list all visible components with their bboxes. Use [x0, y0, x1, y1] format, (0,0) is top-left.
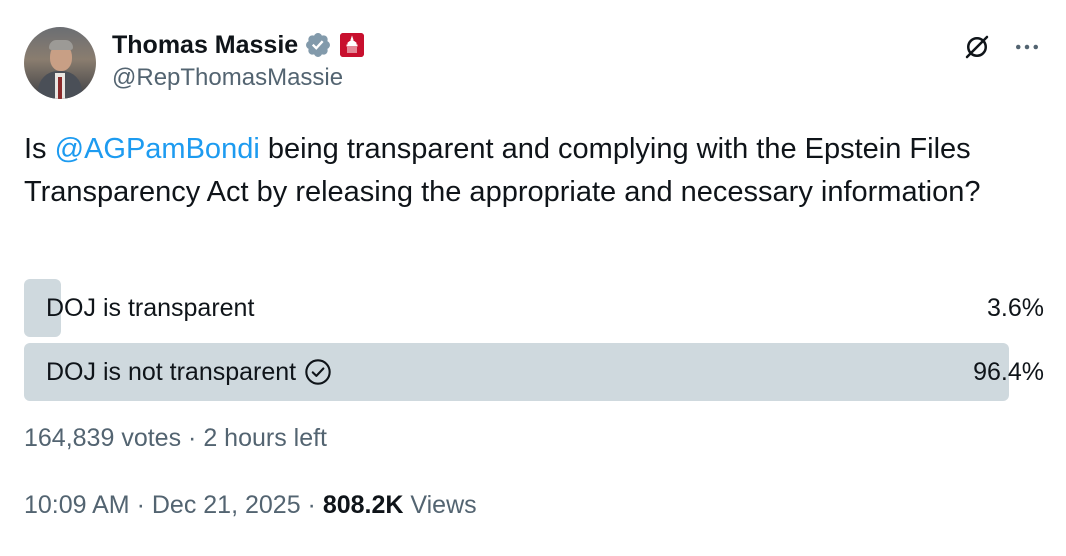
poll-option-label: DOJ is not transparent	[46, 343, 332, 401]
tweet-meta-separator: ·	[136, 491, 145, 519]
avatar-hair	[49, 40, 73, 50]
poll-meta-separator: ·	[188, 424, 197, 452]
poll-meta: 164,839 votes · 2 hours left	[24, 424, 327, 453]
more-icon[interactable]	[1012, 32, 1042, 62]
tweet-meta: 10:09 AM · Dec 21, 2025 · 808.2K Views	[24, 491, 477, 520]
avatar-tie	[58, 77, 62, 99]
views-label: Views	[410, 491, 477, 519]
poll-option-percent: 96.4%	[973, 357, 1044, 386]
poll-option-selected: DOJ is not transparent 96.4%	[24, 343, 1046, 401]
views-count[interactable]: 808.2K	[323, 491, 404, 519]
avatar[interactable]	[24, 27, 96, 99]
poll-time-left: 2 hours left	[203, 424, 327, 452]
government-badge-icon	[340, 33, 365, 57]
tweet-time[interactable]: 10:09 AM	[24, 491, 130, 519]
tweet-meta-separator: ·	[307, 491, 316, 519]
poll-option-percent: 3.6%	[987, 293, 1044, 322]
poll-option-label-text: DOJ is transparent	[46, 293, 255, 322]
tweet-text-prefix: Is	[24, 133, 55, 165]
verified-badge-icon	[306, 33, 331, 57]
author-name[interactable]: Thomas Massie	[112, 31, 298, 60]
poll-votes: 164,839 votes	[24, 424, 182, 452]
author-handle[interactable]: @RepThomasMassie	[112, 64, 343, 92]
poll-option-label-text: DOJ is not transparent	[46, 357, 297, 386]
author-name-row: Thomas Massie	[112, 30, 365, 60]
tweet-date[interactable]: Dec 21, 2025	[152, 491, 301, 519]
check-circle-icon	[305, 359, 331, 385]
tweet-text: Is @AGPamBondi being transparent and com…	[24, 128, 1049, 214]
poll-option-label: DOJ is transparent	[46, 279, 254, 337]
mention-link[interactable]: @AGPamBondi	[55, 133, 260, 165]
poll-option: DOJ is transparent 3.6%	[24, 279, 1046, 337]
grok-icon[interactable]	[962, 32, 992, 62]
